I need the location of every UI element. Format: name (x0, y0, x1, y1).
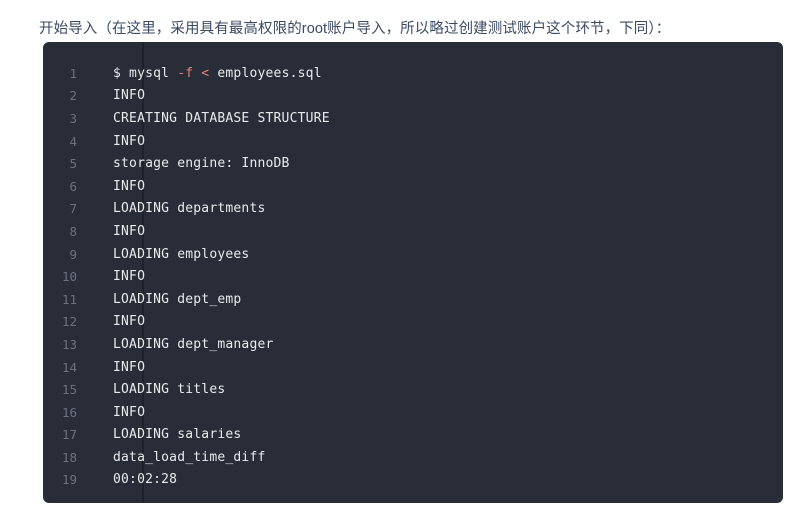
line-number: 5 (69, 156, 77, 172)
line-number: 16 (61, 404, 77, 420)
line-number: 2 (69, 88, 77, 104)
line-number: 6 (69, 178, 77, 194)
code-line-text: INFO (113, 359, 146, 375)
code-line-text: LOADING employees (113, 246, 250, 262)
code-line: 19 00:02:28 (43, 469, 783, 492)
code-line-text: LOADING salaries (113, 427, 242, 443)
code-line: 12 INFO (43, 311, 783, 334)
line-number: 8 (69, 223, 77, 239)
code-line: 4 INFO (43, 130, 783, 153)
line-number: 4 (69, 133, 77, 149)
shell-operator-token: < (193, 65, 218, 81)
line-number: 3 (69, 110, 77, 126)
code-line-text: 00:02:28 (113, 472, 178, 488)
line-number: 19 (61, 472, 77, 488)
line-number: 14 (61, 359, 77, 375)
shell-operator-token: -f (169, 65, 194, 81)
code-line: 9 LOADING employees (43, 243, 783, 266)
code-line-text: $ mysql -f < employees.sql (99, 66, 783, 81)
code-line-text: INFO (113, 133, 146, 149)
line-number: 10 (61, 269, 77, 285)
shell-plain-token: employees.sql (217, 65, 322, 81)
code-line: 13 LOADING dept_manager (43, 333, 783, 356)
line-number: 18 (61, 449, 77, 465)
line-number: 1 (69, 65, 77, 81)
code-line-text: INFO (113, 178, 146, 194)
code-line: 18 data_load_time_diff (43, 446, 783, 469)
line-number: 17 (61, 427, 77, 443)
line-number: 13 (61, 336, 77, 352)
code-line-text: LOADING titles (113, 382, 226, 398)
code-block[interactable]: 1 $ mysql -f < employees.sql 2 INFO 3 CREATIN… (43, 42, 783, 503)
code-line-text: INFO (113, 404, 146, 420)
code-line: 11 LOADING dept_emp (43, 288, 783, 311)
code-line-text: data_load_time_diff (113, 449, 266, 465)
code-scroll-area[interactable]: 1 $ mysql -f < employees.sql 2 INFO 3 CREATIN… (43, 42, 783, 503)
code-line: 8 INFO (43, 220, 783, 243)
code-line-text: INFO (113, 88, 146, 104)
code-line-list: 1 $ mysql -f < employees.sql 2 INFO 3 CREATIN… (43, 62, 783, 491)
code-line: 3 CREATING DATABASE STRUCTURE (43, 107, 783, 130)
code-line-text: INFO (113, 269, 146, 285)
code-line-text: LOADING dept_emp (113, 291, 242, 307)
line-number: 7 (69, 201, 77, 217)
code-line: 2 INFO (43, 85, 783, 108)
shell-plain-token: $ mysql (113, 65, 170, 81)
code-line-text: LOADING departments (113, 201, 266, 217)
code-line: 5 storage engine: InnoDB (43, 152, 783, 175)
code-line: 15 LOADING titles (43, 378, 783, 401)
line-number: 12 (61, 314, 77, 330)
article-page: 开始导入（在这里，采用具有最高权限的root账户导入，所以略过创建测试账户这个环… (0, 0, 806, 507)
code-line: 6 INFO (43, 175, 783, 198)
code-line-text: CREATING DATABASE STRUCTURE (113, 110, 330, 126)
code-line-text: INFO (113, 223, 146, 239)
code-line: 7 LOADING departments (43, 198, 783, 221)
code-line-text: LOADING dept_manager (113, 336, 274, 352)
line-number: 9 (69, 246, 77, 262)
code-line: 10 INFO (43, 265, 783, 288)
code-line: 16 INFO (43, 401, 783, 424)
code-line: 1 $ mysql -f < employees.sql (43, 62, 783, 85)
code-line-text: storage engine: InnoDB (113, 156, 290, 172)
code-line: 14 INFO (43, 356, 783, 379)
line-number: 15 (61, 382, 77, 398)
code-line: 17 LOADING salaries (43, 424, 783, 447)
intro-paragraph: 开始导入（在这里，采用具有最高权限的root账户导入，所以略过创建测试账户这个环… (39, 20, 671, 37)
code-line-text: INFO (113, 314, 146, 330)
line-number: 11 (61, 291, 77, 307)
